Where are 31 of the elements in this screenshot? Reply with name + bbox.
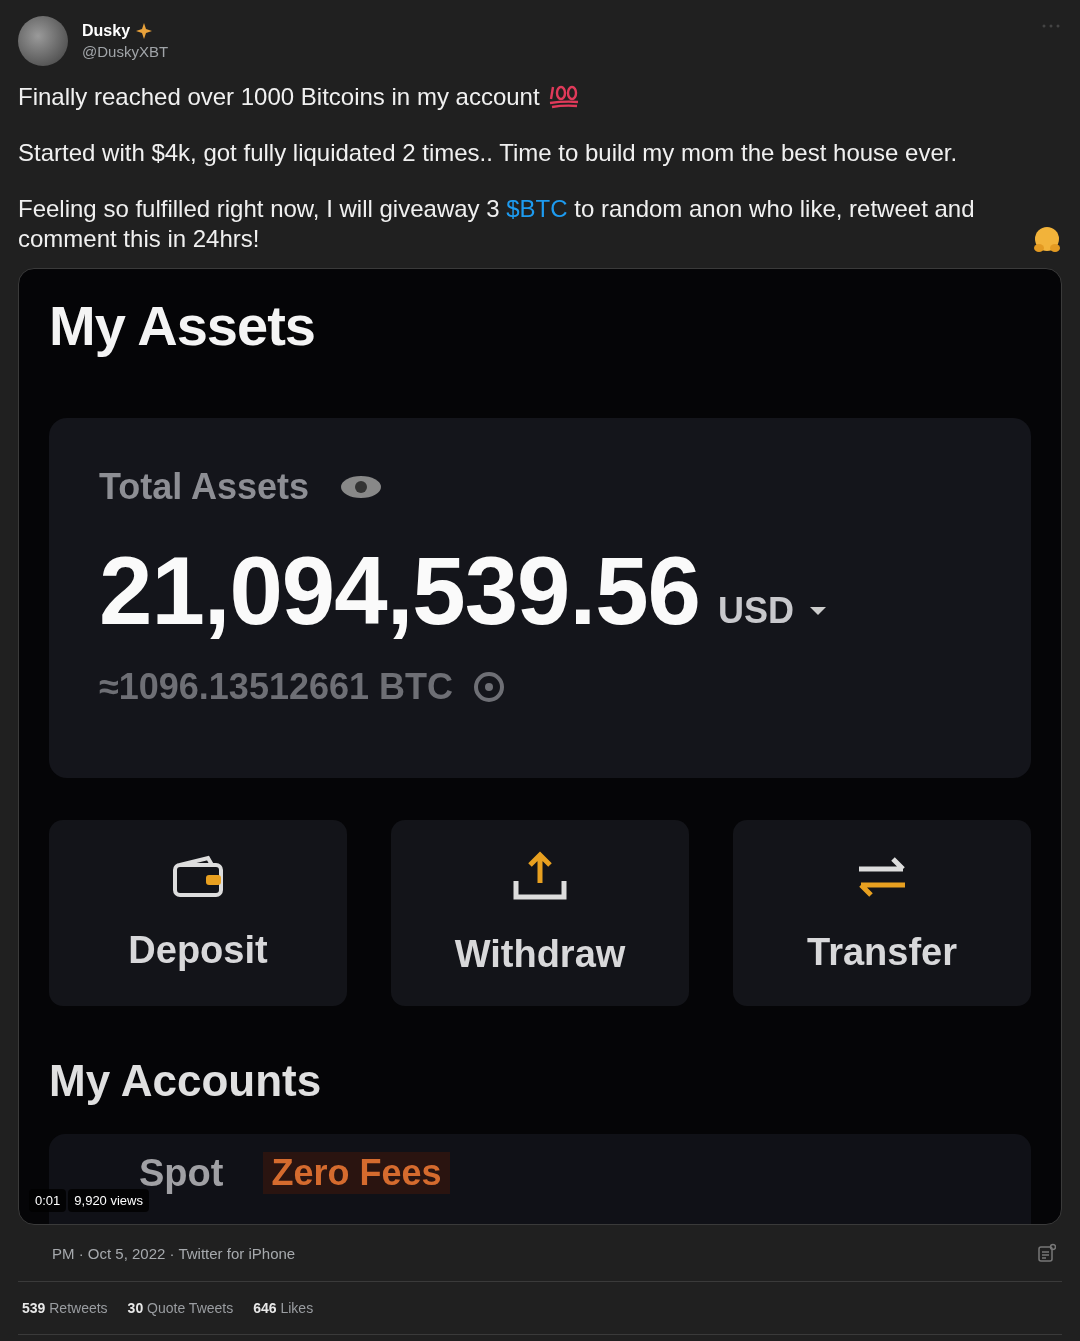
total-assets-label: Total Assets	[99, 466, 310, 508]
upload-icon	[512, 850, 568, 903]
eye-icon[interactable]	[339, 474, 384, 500]
video-time: 0:01	[29, 1189, 67, 1212]
tweet-text: Feeling so fulfilled right now, I will giveaway 3 $BTC to random anon who like, retweet and comment this in 24hrs!	[18, 194, 976, 254]
user-handle[interactable]: @DuskyXBT	[82, 43, 169, 60]
video-player[interactable]: My Assets Total Assets 21,094,539.56 USD ≈1096.13512661 BTC Deposit Withdraw Transfer My Accounts Spot Zero Fees 0:01 9,920 views	[18, 268, 1062, 1225]
action-button[interactable]: Deposit	[49, 820, 347, 1006]
avatar[interactable]	[18, 16, 68, 66]
btc-value: ≈1096.13512661 BTC	[99, 666, 453, 708]
account-tag: Zero Fees	[263, 1152, 450, 1194]
display-name[interactable]: Dusky	[82, 22, 131, 40]
screen-title: My Assets	[49, 293, 316, 358]
info-icon[interactable]	[473, 671, 505, 703]
tweet-text: Started with $4k, got fully liquidated 2 times.. Time to build my mom the best house ever.	[18, 138, 958, 168]
section-title: My Accounts	[49, 1056, 323, 1106]
engagement-stat[interactable]: 539 Retweets	[22, 1300, 108, 1316]
engagement-stat[interactable]: 30 Quote Tweets	[127, 1300, 234, 1316]
cashtag-link[interactable]: $BTC	[506, 195, 568, 222]
analytics-icon[interactable]	[1038, 1243, 1056, 1263]
view-count: 9,920 views	[68, 1189, 149, 1212]
engagement-stat[interactable]: 646 Likes	[253, 1300, 314, 1316]
tweet-text: Finally reached over 1000 Bitcoins in my account	[18, 82, 540, 112]
hugging-emoji-icon	[1032, 226, 1062, 254]
currency-selector[interactable]: USD	[717, 590, 794, 632]
tweet-timestamp[interactable]: PM · Oct 5, 2022 · Twitter for iPhone	[52, 1244, 296, 1262]
action-button[interactable]: Withdraw	[391, 820, 689, 1006]
wallet-icon	[172, 854, 224, 899]
action-button[interactable]: Transfer	[733, 820, 1031, 1006]
total-assets-value: 21,094,539.56	[99, 536, 700, 646]
sparkles-icon	[135, 22, 154, 40]
